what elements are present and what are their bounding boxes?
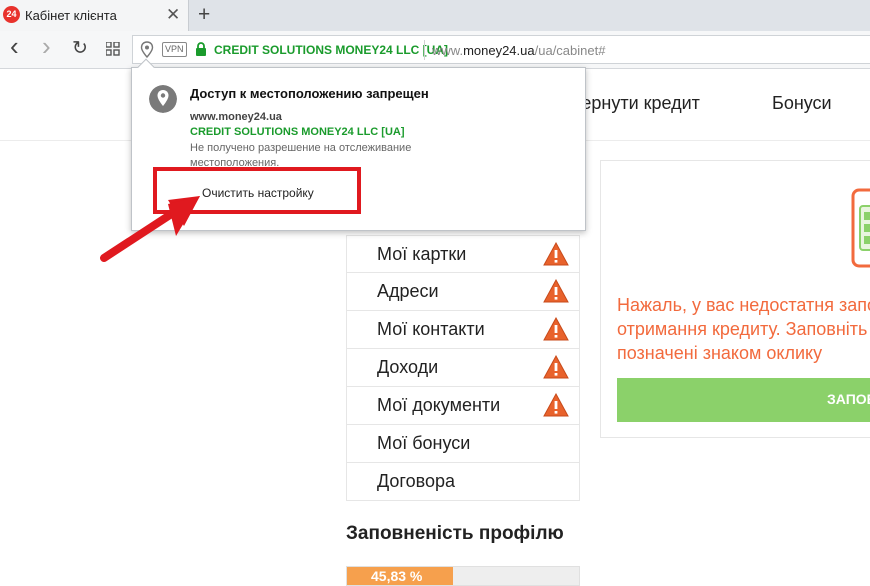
popup-host: www.money24.ua: [190, 111, 282, 123]
popup-organization: CREDIT SOLUTIONS MONEY24 LLC [UA]: [190, 126, 405, 138]
location-denied-icon: [149, 85, 177, 113]
tab-title: Кабінет клієнта: [25, 8, 117, 23]
menu-item-label: Доходи: [377, 357, 439, 377]
warning-icon: [543, 393, 569, 417]
warning-icon: [543, 279, 569, 303]
warning-icon: [543, 242, 569, 266]
url-divider: [424, 40, 425, 60]
money24-favicon-icon: 24: [3, 6, 20, 23]
new-tab-button[interactable]: +: [198, 3, 210, 27]
nav-link-return-credit[interactable]: вернути кредит: [572, 93, 700, 114]
location-pin-icon[interactable]: [140, 41, 154, 59]
browser-tab[interactable]: 24 Кабінет клієнта ✕: [0, 0, 189, 31]
tab-strip: 24 Кабінет клієнта ✕ +: [0, 0, 870, 31]
vpn-badge[interactable]: VPN: [162, 42, 187, 57]
profile-progress-bar: 45,83 %: [346, 566, 580, 586]
menu-item-contracts[interactable]: Договора: [346, 463, 580, 501]
site-identity-label[interactable]: CREDIT SOLUTIONS MONEY24 LLC [UA]: [214, 43, 448, 57]
menu-item-label: Мої бонуси: [377, 433, 471, 453]
warning-icon: [543, 355, 569, 379]
fill-profile-button[interactable]: ЗАПОВ: [617, 378, 870, 422]
progress-percent-label: 45,83 %: [371, 568, 423, 584]
address-bar[interactable]: VPN CREDIT SOLUTIONS MONEY24 LLC [UA] ww…: [132, 35, 870, 64]
url-text[interactable]: www.money24.ua/ua/cabinet#: [432, 43, 605, 58]
lock-icon: [196, 42, 206, 56]
close-tab-icon[interactable]: ✕: [166, 5, 180, 25]
menu-item-my-contacts[interactable]: Мої контакти: [346, 311, 580, 349]
menu-item-income[interactable]: Доходи: [346, 349, 580, 387]
menu-item-label: Мої контакти: [377, 319, 485, 339]
phone-illustration-icon: [851, 188, 870, 268]
highlight-frame: [153, 167, 361, 214]
menu-item-my-documents[interactable]: Мої документи: [346, 387, 580, 425]
nav-link-bonuses[interactable]: Бонуси: [772, 93, 832, 114]
insufficient-profile-message: Нажаль, у вас недостатня запо отримання …: [617, 295, 870, 363]
browser-toolbar: ‹ › ↻ VPN CREDIT SOLUTIONS MONEY24 LLC […: [0, 31, 870, 69]
profile-completeness-title: Заповненість профілю: [346, 523, 564, 544]
popup-title: Доступ к местоположению запрещен: [190, 86, 429, 101]
menu-item-my-cards[interactable]: Мої картки: [346, 235, 580, 273]
cabinet-menu: Мої картки Адреси Мої контакти Доходи Мо…: [346, 235, 580, 501]
credit-notice-card: Нажаль, у вас недостатня запо отримання …: [600, 160, 870, 438]
back-button[interactable]: ‹: [10, 31, 19, 62]
menu-item-label: Адреси: [377, 281, 439, 301]
menu-item-addresses[interactable]: Адреси: [346, 273, 580, 311]
menu-item-label: Договора: [377, 471, 455, 491]
menu-item-label: Мої картки: [377, 244, 467, 264]
reload-button[interactable]: ↻: [72, 37, 88, 60]
menu-item-label: Мої документи: [377, 395, 501, 415]
warning-icon: [543, 317, 569, 341]
menu-item-my-bonuses[interactable]: Мої бонуси: [346, 425, 580, 463]
forward-button[interactable]: ›: [42, 31, 51, 62]
speed-dial-grid-icon[interactable]: [106, 42, 120, 56]
